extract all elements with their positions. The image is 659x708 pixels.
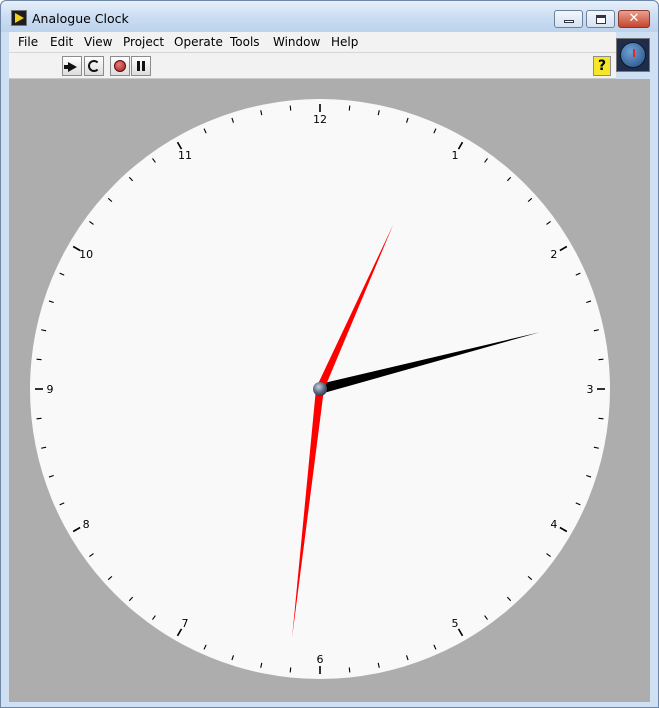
menu-window[interactable]: Window: [273, 35, 320, 49]
hour-numeral: 3: [587, 383, 594, 396]
abort-icon: [114, 60, 126, 72]
hour-numeral: 12: [313, 113, 327, 126]
maximize-button[interactable]: [586, 10, 615, 28]
window-title: Analogue Clock: [32, 11, 129, 26]
run-continuously-button[interactable]: [84, 56, 104, 76]
hour-numeral: 7: [182, 617, 189, 630]
menu-help[interactable]: Help: [331, 35, 358, 49]
tick-mark: [36, 417, 42, 420]
hour-numeral: 11: [178, 149, 192, 162]
labview-vi-icon: [11, 10, 27, 26]
close-button[interactable]: ✕: [618, 10, 650, 28]
center-hub: [313, 382, 327, 396]
run-button[interactable]: [62, 56, 82, 76]
menu-tools[interactable]: Tools: [230, 35, 260, 49]
hour-numeral: 6: [317, 653, 324, 666]
tick-mark: [348, 667, 351, 673]
app-window: Analogue Clock ✕ File Edit View Project …: [0, 0, 659, 708]
hour-numeral: 10: [79, 248, 93, 261]
analogue-clock: 121234567891011: [30, 99, 610, 679]
pause-button[interactable]: [131, 56, 151, 76]
tick-mark: [598, 358, 604, 361]
tick-mark: [36, 358, 42, 361]
menu-bar: File Edit View Project Operate Tools Win…: [9, 32, 616, 53]
toolbar: ?: [9, 53, 616, 79]
hour-numeral: 5: [452, 617, 459, 630]
menu-view[interactable]: View: [84, 35, 112, 49]
menu-file[interactable]: File: [18, 35, 38, 49]
clock-hand-icon: [633, 49, 635, 57]
hour-numeral: 8: [83, 518, 90, 531]
hour-numeral: 9: [47, 383, 54, 396]
title-bar[interactable]: Analogue Clock ✕: [1, 1, 658, 32]
vi-connector-icon[interactable]: [616, 38, 650, 72]
maximize-icon: [596, 15, 606, 24]
front-panel: 12 1 2 3 4 5 6 7 8 9 10 11: [9, 79, 650, 702]
hour-numeral: 2: [550, 248, 557, 261]
tick-mark: [289, 105, 292, 111]
menu-edit[interactable]: Edit: [50, 35, 73, 49]
close-icon: ✕: [628, 11, 640, 26]
tick-mark: [348, 105, 351, 111]
abort-button[interactable]: [110, 56, 130, 76]
run-arrow-icon: [64, 62, 77, 72]
run-continuously-icon: [88, 60, 100, 72]
minimize-icon: [564, 20, 574, 23]
clock-face-icon: [620, 42, 646, 68]
tick-mark: [289, 667, 292, 673]
menu-operate[interactable]: Operate: [174, 35, 223, 49]
minimize-button[interactable]: [554, 10, 583, 28]
tick-mark: [598, 417, 604, 420]
hour-numeral: 4: [550, 518, 557, 531]
hour-numeral: 1: [452, 149, 459, 162]
menu-project[interactable]: Project: [123, 35, 164, 49]
pause-icon: [137, 61, 140, 71]
context-help-button[interactable]: ?: [593, 56, 611, 76]
